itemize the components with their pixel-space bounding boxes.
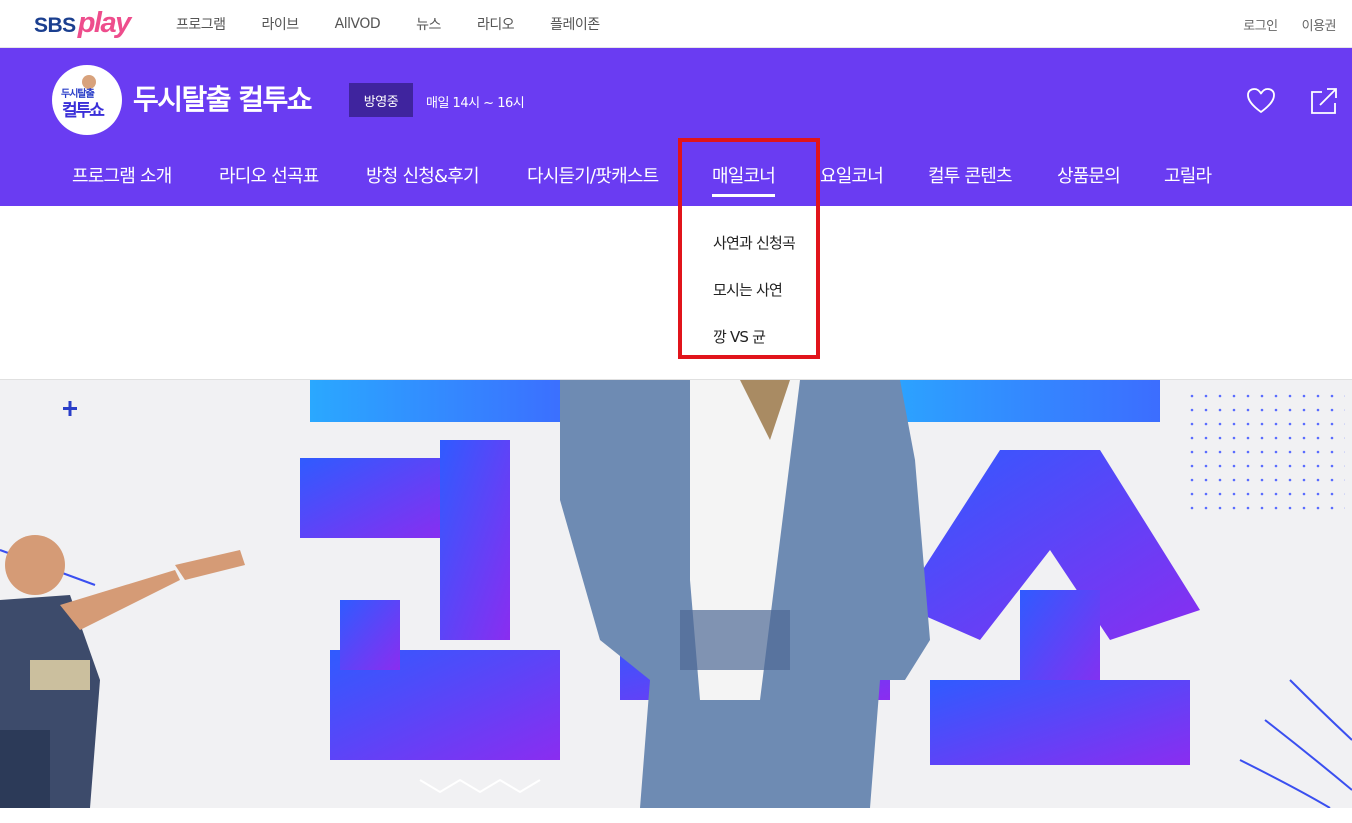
top-bar: SBS play 프로그램 라이브 AllVOD 뉴스 라디오 플레이존 로그인… (0, 0, 1352, 48)
top-right-links: 로그인 이용권 (1219, 0, 1336, 48)
logo-sbs-text: SBS (34, 14, 76, 37)
status-badge: 방영중 (349, 83, 413, 117)
program-logo[interactable]: 두시탈출 컬투쇼 (52, 65, 122, 135)
top-nav-radio[interactable]: 라디오 (477, 14, 515, 34)
nav-gorilla[interactable]: 고릴라 (1164, 162, 1212, 188)
top-nav-playzone[interactable]: 플레이존 (550, 14, 600, 34)
sbs-play-logo[interactable]: SBS play (34, 7, 132, 40)
logo-play-text: play (77, 7, 132, 39)
nav-cultwo-contents[interactable]: 컬투 콘텐츠 (928, 162, 1013, 188)
nav-replay-podcast[interactable]: 다시듣기/팟캐스트 (527, 162, 659, 188)
pass-link[interactable]: 이용권 (1302, 15, 1337, 34)
logo-text-bottom: 컬투쇼 (62, 101, 105, 121)
plus-icon (63, 401, 77, 416)
top-nav-program[interactable]: 프로그램 (176, 14, 226, 34)
nav-radio-playlist[interactable]: 라디오 선곡표 (219, 162, 319, 188)
nav-program-intro[interactable]: 프로그램 소개 (72, 162, 172, 188)
banner-artwork (0, 380, 1352, 808)
nav-product-inquiry[interactable]: 상품문의 (1057, 162, 1121, 188)
submenu-area: 사연과 신청곡 모시는 사연 깡 VS 균 (0, 206, 1352, 380)
top-nav-news[interactable]: 뉴스 (416, 14, 441, 34)
top-nav-live[interactable]: 라이브 (262, 14, 300, 34)
nav-audience-apply[interactable]: 방청 신청&후기 (366, 162, 480, 188)
program-header: 두시탈출 컬투쇼 두시탈출 컬투쇼 방영중 매일 14시 ~ 16시 프로그램 … (0, 48, 1352, 206)
share-icon[interactable] (1309, 86, 1339, 116)
top-nav: 프로그램 라이브 AllVOD 뉴스 라디오 플레이존 (176, 0, 636, 48)
program-title: 두시탈출 컬투쇼 (133, 83, 313, 116)
schedule-text: 매일 14시 ~ 16시 (426, 96, 525, 111)
login-link[interactable]: 로그인 (1243, 15, 1278, 34)
top-nav-allvod[interactable]: AllVOD (335, 16, 381, 32)
main-nav: 프로그램 소개 라디오 선곡표 방청 신청&후기 다시듣기/팟캐스트 매일코너 … (0, 156, 1352, 200)
host-figure-center (560, 380, 930, 808)
host-figure-left (0, 535, 245, 808)
highlight-box (678, 138, 820, 359)
nav-weekday-corner[interactable]: 요일코너 (820, 162, 884, 188)
heart-icon[interactable] (1246, 86, 1276, 116)
program-banner-image (0, 380, 1352, 808)
dot-pattern (1185, 388, 1345, 518)
